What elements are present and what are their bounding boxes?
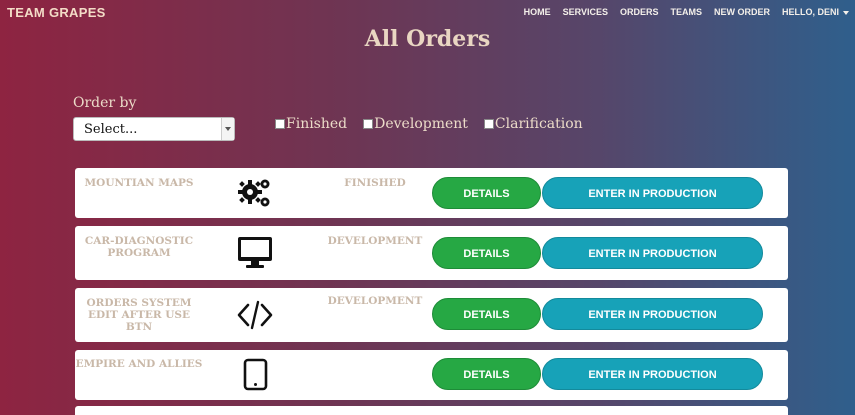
order-row [75,406,788,415]
order-status: DEVELOPMENT [327,295,423,307]
details-button[interactable]: DETAILS [432,177,541,209]
user-menu-label: HELLO, DENI [781,7,839,17]
filter-finished[interactable]: Finished [275,116,347,132]
order-row: EMPIRE AND ALLIES DETAILS ENTER IN PRODU… [75,350,788,400]
nav-new-order[interactable]: NEW ORDER [714,7,770,17]
gears-icon [238,179,270,207]
details-button[interactable]: DETAILS [432,298,541,330]
details-button[interactable]: DETAILS [432,237,541,269]
page-title: All Orders [364,26,491,52]
order-row: CAR-DIAGNOSTIC PROGRAM DEVELOPMENT DETAI… [75,226,788,280]
finished-checkbox[interactable] [275,119,285,129]
filter-clarification-label: Clarification [494,116,583,132]
monitor-icon [238,237,272,268]
status-filters: Finished Development Clarification [275,116,583,132]
tablet-icon [243,358,268,391]
order-name: MOUNTIAN MAPS [84,177,194,189]
nav-home[interactable]: HOME [524,7,551,17]
filter-development[interactable]: Development [363,116,468,132]
caret-down-icon [843,10,849,15]
order-status: FINISHED [344,177,406,189]
enter-production-button[interactable]: ENTER IN PRODUCTION [542,177,763,209]
nav-services[interactable]: SERVICES [563,7,608,17]
filter-finished-label: Finished [286,116,348,132]
details-button[interactable]: DETAILS [432,358,541,390]
order-name: EMPIRE AND ALLIES [75,358,203,370]
user-menu[interactable]: HELLO, DENI [782,7,849,17]
order-name: CAR-DIAGNOSTIC PROGRAM [84,235,194,259]
enter-production-button[interactable]: ENTER IN PRODUCTION [542,298,763,330]
nav-links: HOME SERVICES ORDERS TEAMS NEW ORDER HEL… [524,7,849,17]
filter-clarification[interactable]: Clarification [483,116,583,132]
enter-production-button[interactable]: ENTER IN PRODUCTION [542,237,763,269]
enter-production-button[interactable]: ENTER IN PRODUCTION [542,358,763,390]
navbar: TEAM GRAPES HOME SERVICES ORDERS TEAMS N… [0,0,855,26]
order-by-label: Order by [73,95,137,111]
nav-teams[interactable]: TEAMS [670,7,702,17]
select-arrow-icon[interactable] [221,118,234,140]
nav-orders[interactable]: ORDERS [620,7,659,17]
code-icon [237,300,273,330]
select-value: Select... [84,122,138,137]
order-row: ORDERS SYSTEM EDIT AFTER USE BTN DEVELOP… [75,288,788,342]
order-row: MOUNTIAN MAPS FINISHED DETAILS ENTER IN … [75,168,788,218]
clarification-checkbox[interactable] [483,119,494,129]
order-name: ORDERS SYSTEM EDIT AFTER USE BTN [86,297,192,333]
brand-logo[interactable]: TEAM GRAPES [7,5,106,20]
filter-development-label: Development [374,116,468,132]
development-checkbox[interactable] [363,119,374,129]
order-status: DEVELOPMENT [327,235,423,247]
order-by-select[interactable]: Select... [73,117,235,141]
